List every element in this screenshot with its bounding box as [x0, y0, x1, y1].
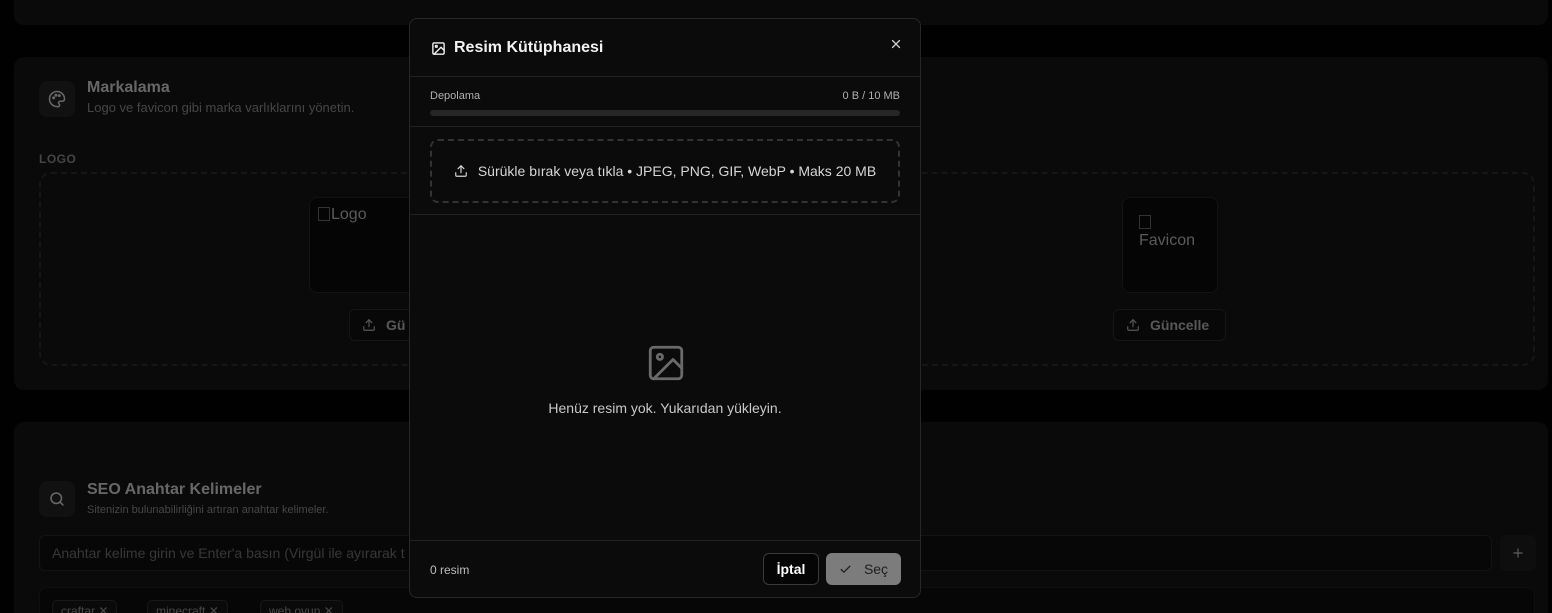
image-count: 0 resim: [430, 563, 470, 577]
select-label: Seç: [863, 561, 889, 577]
storage-value: 0 B / 10 MB: [842, 90, 900, 102]
close-icon: [891, 39, 901, 49]
modal-header: Resim Kütüphanesi: [410, 19, 920, 77]
close-button[interactable]: [888, 36, 904, 52]
modal-footer: 0 resim İptal Seç: [410, 540, 920, 597]
cancel-button[interactable]: İptal: [763, 553, 819, 585]
storage-progress-bar: [430, 110, 900, 116]
check-icon: [840, 565, 851, 573]
upload-dropzone[interactable]: Sürükle bırak veya tıkla • JPEG, PNG, GI…: [430, 139, 900, 203]
empty-message: Henüz resim yok. Yukarıdan yükleyin.: [548, 400, 782, 416]
image-gallery: Henüz resim yok. Yukarıdan yükleyin.: [410, 215, 920, 540]
image-library-modal: Resim Kütüphanesi Depolama 0 B / 10 MB S…: [409, 18, 921, 598]
upload-section: Sürükle bırak veya tıkla • JPEG, PNG, GI…: [410, 127, 920, 215]
empty-image-icon: [645, 342, 687, 389]
image-icon: [431, 41, 446, 61]
select-button[interactable]: Seç: [826, 553, 901, 585]
modal-title: Resim Kütüphanesi: [454, 39, 604, 56]
upload-icon: [455, 165, 467, 177]
upload-hint: Sürükle bırak veya tıkla • JPEG, PNG, GI…: [477, 163, 877, 179]
storage-section: Depolama 0 B / 10 MB: [410, 77, 920, 127]
storage-label: Depolama: [430, 90, 481, 102]
